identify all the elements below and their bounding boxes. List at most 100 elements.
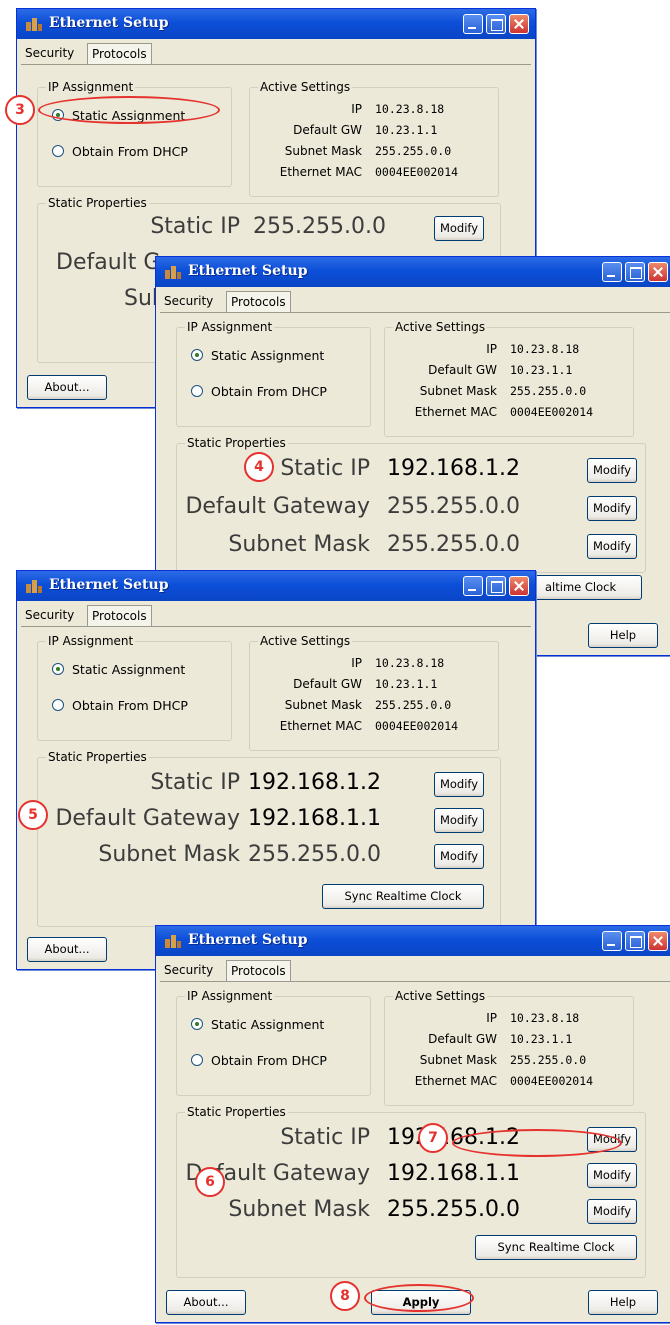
static-ip-label: Static IP	[150, 214, 240, 239]
tab-divider	[160, 981, 670, 982]
tab-protocols[interactable]: Protocols	[226, 960, 291, 981]
help-button[interactable]: Help	[588, 623, 658, 648]
minimize-button[interactable]	[463, 14, 483, 34]
about-button[interactable]: About...	[166, 1290, 246, 1315]
row-value: 255.255.0.0	[375, 144, 452, 158]
ethernet-setup-window-3: Ethernet Setup Security Protocols IP Ass…	[16, 570, 536, 970]
minimize-button[interactable]	[463, 576, 483, 596]
group-title: IP Assignment	[185, 320, 275, 334]
radio-label: Obtain From DHCP	[72, 144, 188, 159]
group-title: Static Properties	[46, 750, 149, 764]
maximize-button[interactable]	[486, 576, 506, 596]
default-gateway-value: 192.168.1.1	[387, 1161, 520, 1186]
tab-security[interactable]: Security	[21, 43, 78, 64]
radio-selected-icon	[191, 349, 203, 361]
row-key: Default GW	[428, 1032, 497, 1046]
title-bar[interactable]: Ethernet Setup	[17, 571, 535, 601]
ethernet-setup-window-4: Ethernet Setup Security Protocols IP Ass…	[155, 925, 670, 1323]
minimize-button[interactable]	[602, 931, 622, 951]
active-mask-row: Subnet Mask 255.255.0.0	[385, 384, 586, 404]
window-title: Ethernet Setup	[49, 15, 169, 31]
row-value: 255.255.0.0	[375, 698, 452, 712]
dhcp-radio[interactable]: Obtain From DHCP	[52, 144, 188, 159]
title-bar[interactable]: Ethernet Setup	[17, 9, 535, 39]
active-gw-row: Default GW 10.23.1.1	[250, 677, 437, 697]
radio-empty-icon	[191, 1054, 203, 1066]
default-gateway-label: Default Gateway	[185, 494, 370, 519]
row-value: 0004EE002014	[510, 1074, 594, 1088]
tab-protocols[interactable]: Protocols	[226, 291, 291, 312]
row-key: IP	[486, 342, 497, 356]
active-gw-row: Default GW 10.23.1.1	[250, 123, 437, 143]
maximize-button[interactable]	[625, 262, 645, 282]
static-assignment-radio[interactable]: Static Assignment	[191, 1017, 324, 1032]
group-title: Active Settings	[258, 80, 353, 94]
sync-realtime-clock-button[interactable]: altime Clock	[532, 575, 642, 600]
row-key: Default GW	[428, 363, 497, 377]
ip-assignment-group: IP Assignment Static Assignment Obtain F…	[176, 989, 371, 1096]
modify-gateway-button[interactable]: Modify	[587, 1163, 637, 1188]
row-key: Subnet Mask	[284, 144, 362, 158]
tab-security[interactable]: Security	[160, 960, 217, 981]
dhcp-radio[interactable]: Obtain From DHCP	[52, 698, 188, 713]
tab-protocols[interactable]: Protocols	[87, 43, 152, 64]
maximize-button[interactable]	[486, 14, 506, 34]
active-settings-group: Active Settings IP 10.23.8.18 Default GW 1…	[384, 320, 634, 437]
step-7-highlight	[452, 1129, 622, 1157]
modify-ip-button[interactable]: Modify	[434, 772, 484, 797]
sync-realtime-clock-button[interactable]: Sync Realtime Clock	[475, 1235, 637, 1260]
active-mac-row: Ethernet MAC 0004EE002014	[250, 719, 458, 739]
close-button[interactable]	[648, 262, 668, 282]
modify-mask-button[interactable]: Modify	[587, 534, 637, 559]
tab-security[interactable]: Security	[160, 291, 217, 312]
close-button[interactable]	[509, 14, 529, 34]
help-button[interactable]: Help	[588, 1290, 658, 1315]
radio-empty-icon	[52, 145, 64, 157]
default-gateway-value: 255.255.0.0	[387, 494, 520, 519]
ip-assignment-group: IP Assignment Static Assignment Obtain F…	[37, 634, 232, 741]
active-gw-row: Default GW 10.23.1.1	[385, 363, 572, 383]
close-button[interactable]	[648, 931, 668, 951]
static-assignment-radio[interactable]: Static Assignment	[191, 348, 324, 363]
network-icon	[26, 580, 42, 593]
active-mask-row: Subnet Mask 255.255.0.0	[385, 1053, 586, 1073]
group-title: Static Properties	[46, 196, 149, 210]
dhcp-radio[interactable]: Obtain From DHCP	[191, 1053, 327, 1068]
step-8-marker: 8	[330, 1281, 360, 1311]
row-key: IP	[486, 1011, 497, 1025]
row-key: Ethernet MAC	[279, 165, 362, 179]
title-bar[interactable]: Ethernet Setup	[156, 257, 670, 287]
about-button[interactable]: About...	[27, 375, 107, 400]
default-gateway-label: Default G	[56, 250, 161, 275]
static-assignment-radio[interactable]: Static Assignment	[52, 662, 185, 677]
modify-mask-button[interactable]: Modify	[434, 844, 484, 869]
row-key: Subnet Mask	[419, 384, 497, 398]
about-button[interactable]: About...	[27, 937, 107, 962]
modify-mask-button[interactable]: Modify	[587, 1199, 637, 1224]
sync-realtime-clock-button[interactable]: Sync Realtime Clock	[322, 884, 484, 909]
modify-gateway-button[interactable]: Modify	[434, 808, 484, 833]
tab-protocols[interactable]: Protocols	[87, 605, 152, 626]
static-ip-value: 255.255.0.0	[253, 214, 386, 239]
active-mask-row: Subnet Mask 255.255.0.0	[250, 698, 451, 718]
modify-ip-button[interactable]: Modify	[587, 458, 637, 483]
screenshot-stage: Ethernet Setup Security Protocols IP Ass…	[0, 0, 670, 1325]
close-button[interactable]	[509, 576, 529, 596]
tab-security[interactable]: Security	[21, 605, 78, 626]
group-title: Active Settings	[393, 989, 488, 1003]
modify-gateway-button[interactable]: Modify	[587, 496, 637, 521]
row-value: 10.23.1.1	[510, 363, 573, 377]
title-bar[interactable]: Ethernet Setup	[156, 926, 670, 956]
maximize-button[interactable]	[625, 931, 645, 951]
row-key: IP	[351, 656, 362, 670]
step-3-highlight	[38, 96, 220, 124]
row-value: 255.255.0.0	[510, 1053, 587, 1067]
radio-empty-icon	[191, 385, 203, 397]
minimize-button[interactable]	[602, 262, 622, 282]
modify-ip-button[interactable]: Modify	[434, 216, 484, 241]
dhcp-radio[interactable]: Obtain From DHCP	[191, 384, 327, 399]
active-mac-row: Ethernet MAC 0004EE002014	[250, 165, 458, 185]
radio-label: Static Assignment	[211, 1017, 325, 1032]
row-key: Ethernet MAC	[414, 1074, 497, 1088]
row-key: IP	[351, 102, 362, 116]
